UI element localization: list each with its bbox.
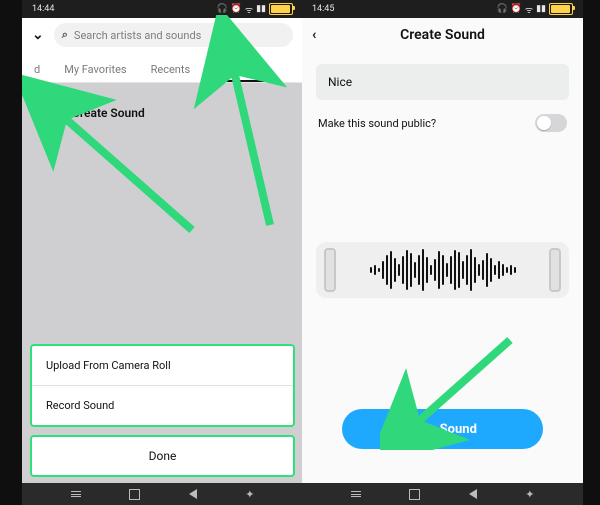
waveform-bar	[470, 249, 472, 291]
status-bar: 14:45 🎧 ⏰ ᯤ ▮▮	[302, 0, 583, 18]
waveform-bar	[410, 253, 412, 287]
icon-alarm: ⏰	[231, 4, 242, 14]
icon-signal: ▮▮	[256, 4, 266, 14]
waveform-bar	[402, 256, 404, 284]
sound-name-input[interactable]: Nice	[316, 64, 569, 100]
plus-icon: +	[34, 99, 62, 127]
waveform-bar	[482, 260, 484, 280]
create-sound-label: Create Sound	[72, 106, 145, 120]
back-icon[interactable]	[189, 489, 197, 499]
waveform-bar	[462, 261, 464, 279]
battery-icon	[549, 3, 573, 15]
waveform-bar	[382, 261, 384, 279]
make-public-label: Make this sound public?	[318, 117, 436, 130]
waveform-bar	[486, 253, 488, 287]
record-sound[interactable]: Record Sound	[32, 386, 293, 425]
waveform-bar	[454, 250, 456, 290]
action-sheet: Upload From Camera Roll Record Sound Don…	[30, 344, 295, 477]
waveform-trimmer[interactable]	[316, 242, 569, 298]
accessibility-icon[interactable]: ✦	[245, 488, 254, 501]
search-header: ⌄ ⌕ Search artists and sounds	[22, 18, 303, 52]
waveform-bar	[386, 255, 388, 285]
accessibility-icon[interactable]: ✦	[525, 488, 534, 501]
waveform-bar	[502, 264, 504, 276]
status-tray: 🎧 ⏰ ᯤ ▮▮	[496, 3, 573, 16]
home-icon[interactable]	[409, 489, 420, 500]
icon-wifi: ᯤ	[525, 3, 533, 16]
waveform-bar	[490, 258, 492, 282]
waveform-bar	[466, 255, 468, 285]
make-public-row: Make this sound public?	[318, 114, 567, 132]
waveform-bar	[442, 255, 444, 285]
trim-handle-left[interactable]	[324, 248, 336, 292]
waveform-bar	[418, 255, 420, 285]
save-sound-label: Save Sound	[408, 422, 477, 437]
waveform-bar	[414, 262, 416, 278]
trim-handle-right[interactable]	[549, 248, 561, 292]
status-tray: 🎧 ⏰ ᯤ ▮▮	[216, 3, 293, 16]
icon-alarm: ⏰	[511, 4, 522, 14]
sound-name-value: Nice	[328, 75, 352, 89]
public-toggle[interactable]	[535, 114, 567, 132]
icon-headphones: 🎧	[216, 4, 227, 14]
icon-signal: ▮▮	[536, 4, 546, 14]
waveform-bar	[446, 263, 448, 277]
waveform-bar	[430, 265, 432, 275]
waveform-bar	[498, 261, 500, 279]
waveform-bar	[390, 251, 392, 289]
save-sound-button[interactable]: Save Sound	[342, 409, 543, 449]
tab-my-sounds[interactable]: My Sounds	[202, 53, 281, 82]
waveform-bar	[494, 265, 496, 275]
waveform-track	[336, 249, 549, 291]
tab-recents[interactable]: Recents	[139, 55, 203, 82]
waveform-bar	[422, 249, 424, 291]
recent-apps-icon[interactable]	[351, 491, 361, 497]
phone-screen-left: 14:44 🎧 ⏰ ᯤ ▮▮ ⌄ ⌕ Search artists and so…	[22, 0, 303, 505]
search-placeholder: Search artists and sounds	[74, 29, 201, 42]
recent-apps-icon[interactable]	[71, 491, 81, 497]
waveform-bar	[434, 259, 436, 281]
sound-tabs: d My Favorites Recents My Sounds	[22, 52, 303, 83]
home-icon[interactable]	[129, 489, 140, 500]
status-time: 14:45	[312, 4, 334, 14]
waveform-bar	[458, 252, 460, 288]
icon-wifi: ᯤ	[245, 3, 253, 16]
screenshot-stage: 14:44 🎧 ⏰ ᯤ ▮▮ ⌄ ⌕ Search artists and so…	[0, 0, 600, 505]
waveform-bar	[514, 267, 516, 273]
waveform-bar	[374, 265, 376, 275]
android-navbar: ✦	[302, 483, 583, 505]
search-input[interactable]: ⌕ Search artists and sounds	[54, 23, 293, 47]
waveform-bar	[426, 257, 428, 283]
waveform-bar	[506, 267, 508, 273]
chevron-down-icon[interactable]: ⌄	[32, 27, 44, 43]
waveform-bar	[438, 251, 440, 289]
create-sound-header: ‹ Create Sound	[302, 18, 583, 52]
tab-my-favorites[interactable]: My Favorites	[52, 55, 138, 82]
back-chevron-icon[interactable]: ‹	[312, 27, 316, 43]
done-button[interactable]: Done	[30, 435, 295, 477]
page-title: Create Sound	[400, 27, 485, 43]
tab-featured[interactable]: d	[22, 55, 52, 82]
search-icon: ⌕	[62, 28, 68, 42]
waveform-bar	[406, 250, 408, 290]
android-navbar: ✦	[22, 483, 303, 505]
create-sound-row[interactable]: + Create Sound	[34, 99, 291, 127]
phone-screen-right: 14:45 🎧 ⏰ ᯤ ▮▮ ‹ Create Sound Nice Make …	[302, 0, 583, 505]
status-bar: 14:44 🎧 ⏰ ᯤ ▮▮	[22, 0, 303, 18]
icon-headphones: 🎧	[496, 4, 507, 14]
waveform-bar	[510, 265, 512, 275]
battery-icon	[269, 3, 293, 15]
upload-from-camera-roll[interactable]: Upload From Camera Roll	[32, 346, 293, 386]
waveform-bar	[398, 264, 400, 276]
back-icon[interactable]	[469, 489, 477, 499]
waveform-bar	[394, 258, 396, 282]
status-time: 14:44	[32, 4, 54, 14]
waveform-bar	[450, 256, 452, 284]
waveform-bar	[478, 264, 480, 276]
waveform-bar	[474, 257, 476, 283]
waveform-bar	[370, 267, 372, 273]
waveform-bar	[378, 268, 380, 272]
